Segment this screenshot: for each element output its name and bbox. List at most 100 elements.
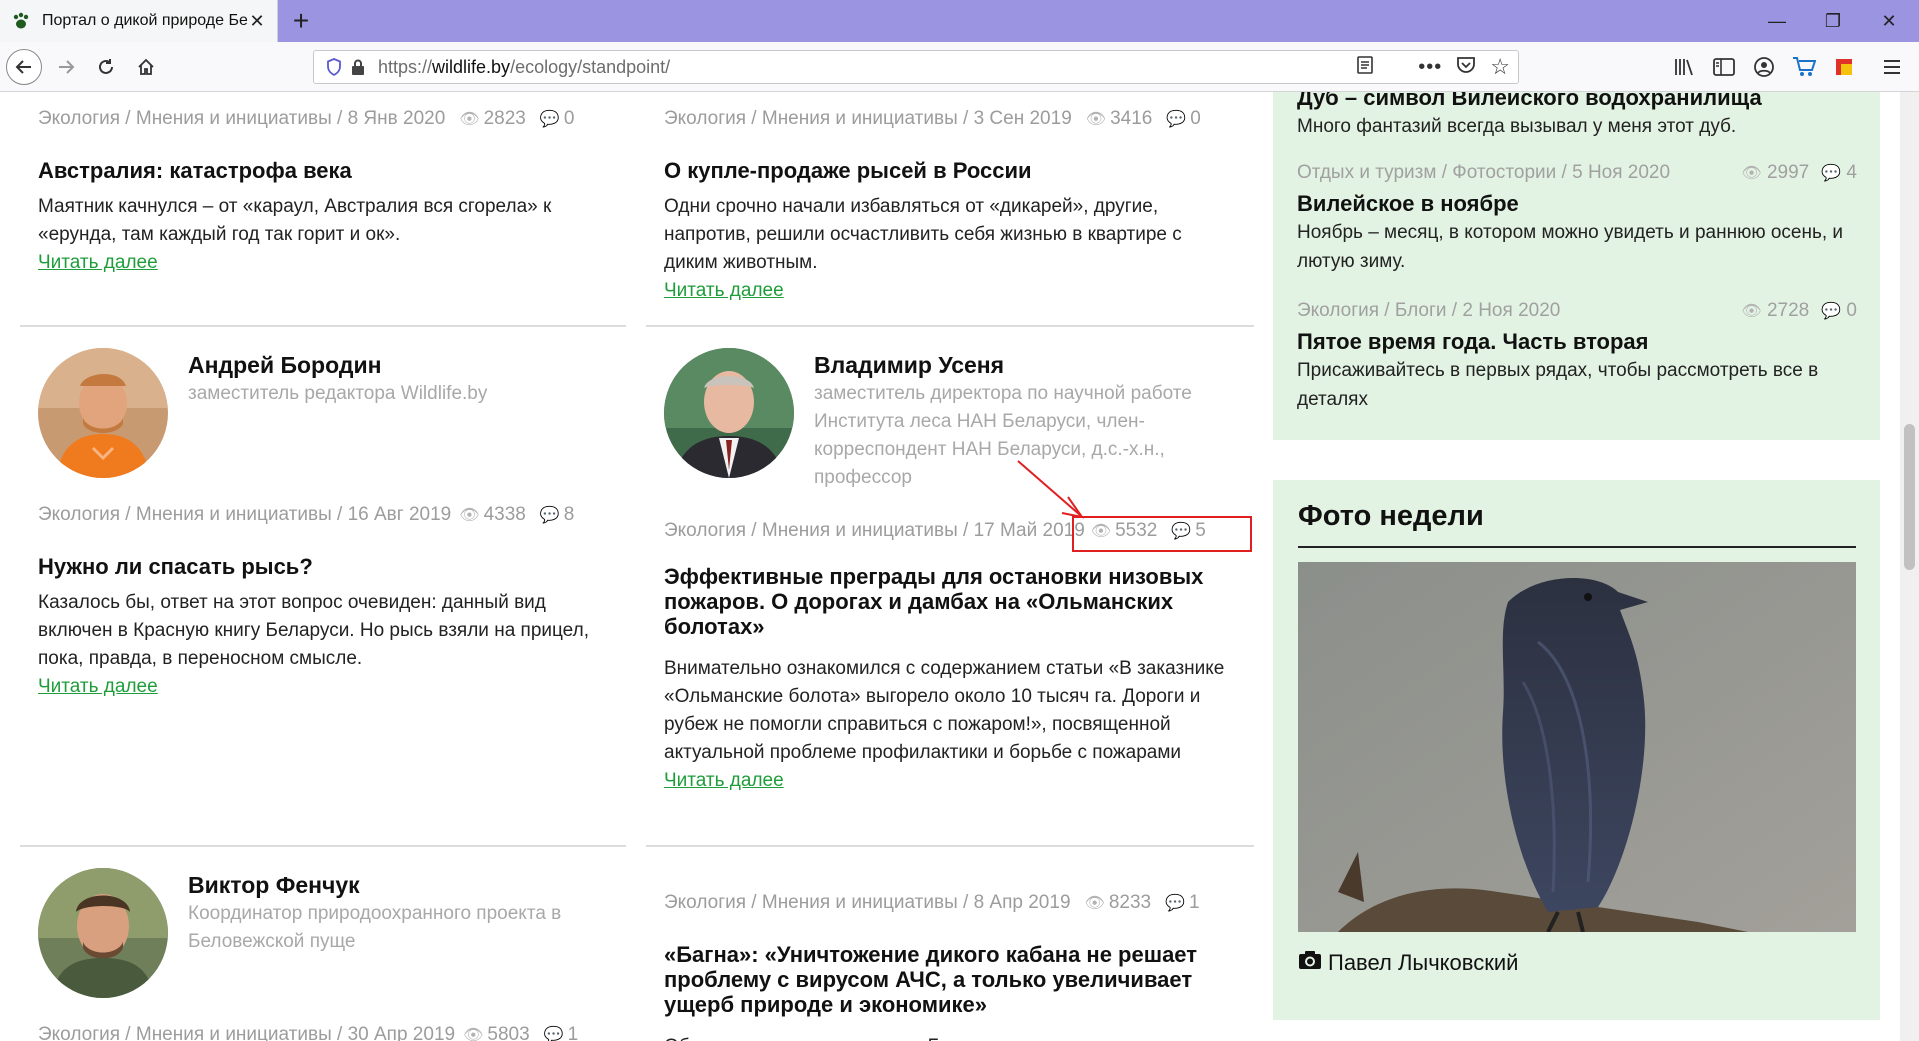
comment-icon: 💬: [543, 1027, 564, 1041]
sidebar-item-text: Присаживайтесь в первых рядах, чтобы рас…: [1297, 360, 1819, 410]
home-button[interactable]: [128, 49, 164, 85]
views-count: 👁 3416: [1085, 108, 1153, 129]
photo-of-week-box: Фото недели Павел Лычковский: [1273, 480, 1880, 1020]
close-tab-icon[interactable]: ✕: [247, 11, 267, 31]
article-title[interactable]: Нужно ли спасать рысь?: [38, 554, 628, 579]
flag-extension-icon[interactable]: [1824, 52, 1864, 82]
views-count: 👁 8233: [1084, 892, 1152, 913]
navigation-toolbar: https://wildlife.by/ecology/standpoint/ …: [0, 42, 1919, 92]
photo-of-week-image[interactable]: [1298, 562, 1856, 932]
author-avatar[interactable]: [664, 348, 794, 478]
divider: [20, 845, 626, 847]
url-scheme: https://: [378, 56, 433, 77]
author-name[interactable]: Андрей Бородин: [188, 350, 487, 380]
comment-icon: 💬: [1821, 165, 1842, 182]
article-title[interactable]: Австралия: катастрофа века: [38, 158, 628, 183]
sidebar-item-title[interactable]: Пятое время года. Часть вторая: [1297, 328, 1857, 356]
views-count: 👁 2997: [1741, 162, 1810, 183]
restore-window-button[interactable]: ❐: [1806, 0, 1860, 42]
comment-icon: 💬: [539, 507, 560, 524]
divider: [646, 845, 1254, 847]
lock-icon[interactable]: [346, 55, 370, 79]
article-category-date[interactable]: Экология / Мнения и инициативы / 16 Авг …: [38, 504, 451, 526]
read-more-link[interactable]: Читать далее: [664, 277, 1244, 305]
sidebar-item: Отдых и туризм / Фотостории / 5 Ноя 2020…: [1297, 162, 1857, 276]
divider: [646, 325, 1254, 327]
pocket-icon[interactable]: [1456, 56, 1476, 79]
article-category-date[interactable]: Экология / Мнения и инициативы / 3 Сен 2…: [664, 108, 1072, 130]
article-meta: Экология / Мнения и инициативы / 30 Апр …: [38, 1024, 628, 1041]
url-text[interactable]: https://wildlife.by/ecology/standpoint/: [378, 57, 1356, 78]
sidebar-item-text: Много фантазий всегда вызывал у меня это…: [1297, 116, 1737, 137]
menu-hamburger-icon[interactable]: [1872, 52, 1912, 82]
comments-count: 💬 0: [1821, 300, 1857, 321]
bookmark-star-icon[interactable]: ☆: [1490, 54, 1510, 80]
comments-count: 💬 0: [1166, 108, 1201, 129]
read-more-link[interactable]: Читать далее: [38, 673, 628, 701]
author-block: Виктор Фенчук Координатор природоохранно…: [38, 868, 608, 998]
reload-button[interactable]: [88, 49, 124, 85]
highlight-annotation: [1072, 516, 1252, 552]
comment-icon: 💬: [1166, 111, 1187, 128]
comments-count: 💬 8: [539, 504, 575, 525]
home-icon: [138, 58, 154, 75]
arrow-right-icon: [59, 60, 75, 74]
eye-icon: 👁: [1084, 895, 1105, 912]
forward-button[interactable]: [48, 49, 84, 85]
annotation-arrow: [1017, 460, 1085, 519]
article-card: Экология / Мнения и инициативы / 8 Янв 2…: [38, 108, 628, 277]
minimize-window-button[interactable]: —: [1750, 0, 1804, 42]
article-meta: Экология / Мнения и инициативы / 8 Апр 2…: [664, 892, 1244, 914]
article-excerpt: Одни срочно начали избавляться от «дикар…: [664, 196, 1182, 273]
arrow-left-icon: [15, 60, 31, 74]
comments-count: 💬 0: [539, 108, 575, 129]
more-actions-icon[interactable]: •••: [1418, 56, 1442, 79]
article-card: Экология / Мнения и инициативы / 8 Апр 2…: [664, 892, 1244, 1041]
sidebar-item-title[interactable]: Дуб – символ Вилейского водохранилища: [1297, 92, 1857, 112]
article-card: Экология / Мнения и инициативы / 3 Сен 2…: [664, 108, 1244, 305]
paw-icon: [10, 10, 32, 32]
views-count: 👁 4338: [459, 504, 526, 525]
author-avatar[interactable]: [38, 348, 168, 478]
account-icon[interactable]: [1744, 52, 1784, 82]
article-category-date[interactable]: Экология / Мнения и инициативы / 8 Апр 2…: [664, 892, 1071, 914]
reader-view-icon[interactable]: [1356, 55, 1374, 80]
author-avatar[interactable]: [38, 868, 168, 998]
new-tab-button[interactable]: +: [285, 5, 317, 36]
author-name[interactable]: Виктор Фенчук: [188, 870, 608, 900]
scrollbar-thumb[interactable]: [1904, 424, 1915, 570]
article-title[interactable]: Эффективные преграды для остановки низов…: [664, 564, 1204, 639]
tab-title: Портал о дикой природе Бел: [42, 12, 247, 29]
photo-author[interactable]: Павел Лычковский: [1328, 950, 1518, 976]
article-excerpt: Казалось бы, ответ на этот вопрос очевид…: [38, 592, 589, 669]
address-bar[interactable]: https://wildlife.by/ecology/standpoint/ …: [313, 50, 1519, 84]
eye-icon: 👁: [1741, 303, 1762, 320]
article-title[interactable]: «Багна»: «Уничтожение дикого кабана не р…: [664, 942, 1224, 1017]
shopping-cart-icon[interactable]: [1784, 52, 1824, 82]
article-category-date[interactable]: Экология / Мнения и инициативы / 30 Апр …: [38, 1024, 455, 1041]
vertical-scrollbar[interactable]: [1900, 92, 1919, 1041]
sidebar-item-meta: Экология / Блоги / 2 Ноя 2020 👁 2728 💬 0: [1297, 300, 1857, 321]
article-excerpt: Общественная организация «Багна» предста…: [664, 1033, 1244, 1041]
web-page: Экология / Мнения и инициативы / 8 Янв 2…: [0, 92, 1900, 1041]
eye-icon: 👁: [463, 1027, 484, 1041]
close-window-button[interactable]: ✕: [1862, 0, 1916, 42]
read-more-link[interactable]: Читать далее: [38, 249, 628, 277]
read-more-link[interactable]: Читать далее: [664, 767, 1244, 795]
library-icon[interactable]: [1664, 52, 1704, 82]
back-button[interactable]: [6, 49, 42, 85]
sidebar-item-text: Ноябрь – месяц, в котором можно увидеть …: [1297, 222, 1844, 272]
shield-icon[interactable]: [322, 55, 346, 79]
browser-tab[interactable]: Портал о дикой природе Бел ✕: [0, 0, 278, 42]
sidebar-item-title[interactable]: Вилейское в ноябре: [1297, 190, 1857, 218]
author-name[interactable]: Владимир Усеня: [814, 350, 1234, 380]
url-host: wildlife.by: [432, 56, 511, 77]
author-block: Владимир Усеня заместитель директора по …: [664, 348, 1234, 492]
comments-count: 💬 1: [544, 1024, 579, 1041]
author-role: Координатор природоохранного проекта в Б…: [188, 903, 562, 952]
eye-icon: 👁: [459, 507, 480, 524]
article-title[interactable]: О купле-продаже рысей в России: [664, 158, 1244, 183]
sidebar-latest-box: Дуб – символ Вилейского водохранилища Мн…: [1273, 92, 1880, 440]
sidebar-toggle-icon[interactable]: [1704, 52, 1744, 82]
article-category-date[interactable]: Экология / Мнения и инициативы / 8 Янв 2…: [38, 108, 445, 130]
